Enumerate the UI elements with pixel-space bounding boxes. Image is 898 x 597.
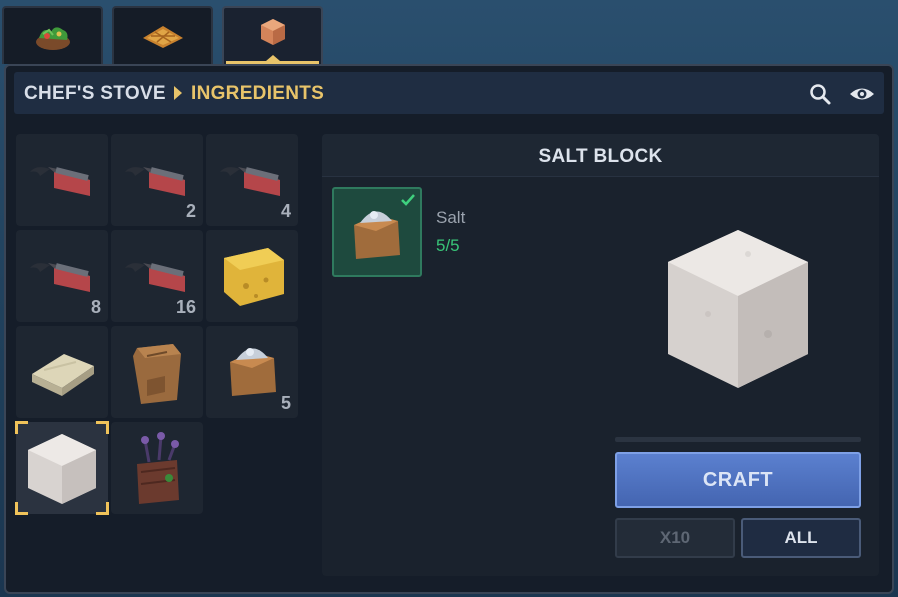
ingredient-icon [260, 18, 285, 45]
recipe-qty: 4 [280, 201, 291, 221]
fish-fillet-icon [30, 167, 90, 196]
recipe-qty: 16 [175, 297, 196, 317]
recipe-qty: 8 [90, 297, 101, 317]
craft-all-button[interactable]: ALL [741, 518, 861, 558]
recipe-slot-fish-fillet[interactable]: 16 [111, 230, 203, 322]
ingredient-name: Salt [436, 208, 466, 227]
tab-pie[interactable] [112, 6, 213, 64]
craft-x10-button[interactable]: X10 [615, 518, 735, 558]
recipe-slot-fish-fillet[interactable] [16, 134, 108, 226]
selection-corner [15, 502, 28, 515]
butter-icon [32, 354, 94, 396]
ingredient-slot-salt[interactable] [332, 187, 422, 277]
search-icon[interactable] [808, 82, 832, 106]
recipe-slot-salt[interactable]: 5 [206, 326, 298, 418]
breadcrumb-root[interactable]: CHEF'S STOVE [24, 83, 166, 105]
panel-header: CHEF'S STOVE INGREDIENTS [14, 72, 884, 114]
flour-sack-icon [133, 344, 181, 404]
pie-icon [142, 26, 183, 48]
selection-corner [15, 421, 28, 434]
recipe-slot-salt-block[interactable] [15, 421, 109, 515]
recipe-slot-fish-fillet[interactable]: 2 [111, 134, 203, 226]
cheese-icon [224, 248, 284, 306]
salt-block-icon [28, 434, 96, 504]
selection-corner [96, 421, 109, 434]
tab-active-caret [265, 55, 280, 61]
recipe-qty: 2 [185, 201, 196, 221]
ingredient-count: 5/5 [436, 236, 460, 255]
breadcrumb-current: INGREDIENTS [191, 83, 325, 104]
recipe-slot-fish-fillet[interactable]: 4 [206, 134, 298, 226]
recipe-slot-butter[interactable] [16, 326, 108, 418]
recipe-detail: SALT BLOCK Salt 5/5 CRAFT X10 ALL [322, 134, 879, 576]
salt-block-preview [668, 230, 808, 388]
recipe-slot-flour-sack[interactable] [111, 326, 203, 418]
recipe-slot-cheese[interactable] [206, 230, 298, 322]
crafting-panel: CHEF'S STOVE INGREDIENTS 2 4 8 16 5 SALT… [4, 64, 894, 594]
tab-salad[interactable] [2, 6, 103, 64]
recipe-title: SALT BLOCK [538, 146, 663, 167]
recipe-qty: 5 [280, 393, 291, 413]
craft-progress-bar [615, 437, 861, 442]
lavender-crate-icon [137, 432, 179, 504]
salad-icon [35, 27, 70, 50]
detail-title-bar: SALT BLOCK [322, 134, 879, 177]
craft-button[interactable]: CRAFT [615, 452, 861, 508]
tab-ingredients[interactable] [222, 6, 323, 64]
selection-corner [96, 502, 109, 515]
recipe-slot-lavender-crate[interactable] [111, 422, 203, 514]
check-icon [401, 194, 415, 206]
eye-icon[interactable] [848, 82, 876, 106]
recipe-slot-fish-fillet[interactable]: 8 [16, 230, 108, 322]
breadcrumb-arrow-icon [174, 86, 182, 100]
